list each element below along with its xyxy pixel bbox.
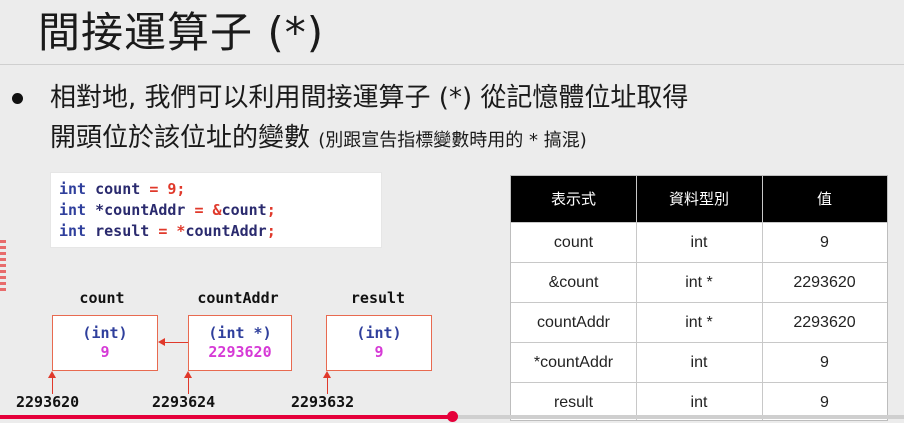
code-keyword: int bbox=[59, 180, 96, 198]
memory-cell-count: (int) 9 bbox=[52, 315, 158, 371]
code-block: int count = 9; int *countAddr = &count; … bbox=[50, 172, 382, 248]
var-label-countaddr: countAddr bbox=[197, 289, 279, 307]
table-cell: int * bbox=[685, 274, 713, 291]
code-line-2: int *countAddr = &count; bbox=[59, 200, 276, 221]
memory-cell-result: (int) 9 bbox=[326, 315, 432, 371]
table-cell: int * bbox=[685, 314, 713, 331]
bullet-text-line1: 相對地, 我們可以利用間接運算子 (*) 從記憶體位址取得 bbox=[50, 83, 689, 113]
table-row: *countAddr int 9 bbox=[511, 342, 887, 383]
address-label-countaddr: 2293624 bbox=[152, 393, 216, 411]
table-cell: 2293620 bbox=[793, 314, 856, 331]
table-header-cell: 值 bbox=[816, 190, 832, 208]
table-header-cell: 表示式 bbox=[550, 190, 596, 208]
table-cell: 2293620 bbox=[793, 274, 856, 291]
table-cell: *countAddr bbox=[533, 354, 614, 371]
code-operator: = * bbox=[158, 222, 186, 240]
code-line-3: int result = *countAddr; bbox=[59, 221, 276, 242]
table-cell: int bbox=[690, 234, 708, 251]
side-tick-marks bbox=[0, 240, 8, 300]
video-progress-bar[interactable] bbox=[0, 411, 904, 422]
memory-cell-type: (int) bbox=[82, 324, 128, 342]
table-header: 表示式 資料型別 值 bbox=[511, 176, 887, 222]
table-cell: &count bbox=[548, 274, 599, 291]
code-identifier: result bbox=[95, 222, 159, 240]
code-identifier: count bbox=[95, 180, 150, 198]
address-label-count: 2293620 bbox=[16, 393, 80, 411]
table-row: &count int * 2293620 bbox=[511, 262, 887, 303]
slide: 間接運算子 (*) 相對地, 我們可以利用間接運算子 (*) 從記憶體位址取得 … bbox=[0, 0, 904, 422]
code-identifier: *countAddr bbox=[95, 201, 195, 219]
slide-title: 間接運算子 (*) bbox=[38, 8, 325, 57]
code-operator: = & bbox=[194, 201, 222, 219]
memory-cell-type: (int *) bbox=[208, 324, 272, 342]
var-label-result: result bbox=[350, 289, 406, 307]
code-keyword: int bbox=[59, 222, 96, 240]
table-cell: count bbox=[553, 234, 594, 251]
bullet-text-main: 開頭位於該位址的變數 bbox=[50, 123, 319, 153]
var-label-count: count bbox=[79, 289, 125, 307]
code-semicolon: ; bbox=[266, 222, 276, 240]
table-row: count int 9 bbox=[511, 222, 887, 263]
table-cell: countAddr bbox=[537, 314, 610, 331]
bullet-note: (別跟宣告指標變數時用的 * 搞混) bbox=[318, 130, 587, 151]
code-line-1: int count = 9; bbox=[59, 179, 185, 200]
code-operator: = bbox=[149, 180, 168, 198]
table-row: countAddr int * 2293620 bbox=[511, 302, 887, 343]
title-divider bbox=[0, 64, 904, 65]
table-cell: 9 bbox=[820, 354, 829, 371]
table-cell: int bbox=[690, 354, 708, 371]
code-semicolon: ; bbox=[176, 180, 186, 198]
memory-cell-countaddr: (int *) 2293620 bbox=[188, 315, 292, 371]
video-progress-fill bbox=[0, 415, 452, 419]
code-identifier-tail: countAddr bbox=[185, 222, 267, 240]
table-header-cell: 資料型別 bbox=[668, 190, 729, 208]
code-keyword: int bbox=[59, 201, 96, 219]
video-scrubber-handle[interactable] bbox=[447, 411, 458, 422]
memory-cell-value: 2293620 bbox=[208, 343, 272, 361]
code-semicolon: ; bbox=[266, 201, 276, 219]
memory-cell-value: 9 bbox=[100, 343, 110, 361]
memory-cell-type: (int) bbox=[356, 324, 402, 342]
table-cell: 9 bbox=[820, 234, 829, 251]
bullet-dot-icon bbox=[12, 93, 23, 104]
address-arrow-icon bbox=[48, 371, 56, 394]
address-arrow-icon bbox=[323, 371, 331, 394]
bullet-text-line2: 開頭位於該位址的變數 (別跟宣告指標變數時用的 * 搞混) bbox=[50, 120, 587, 159]
code-identifier-tail: count bbox=[221, 201, 267, 219]
pointer-arrow-icon bbox=[158, 338, 188, 346]
expression-table: 表示式 資料型別 值 count int 9 &count int * 2293… bbox=[510, 175, 888, 421]
address-label-result: 2293632 bbox=[291, 393, 355, 411]
address-arrow-icon bbox=[184, 371, 192, 394]
memory-cell-value: 9 bbox=[374, 343, 384, 361]
